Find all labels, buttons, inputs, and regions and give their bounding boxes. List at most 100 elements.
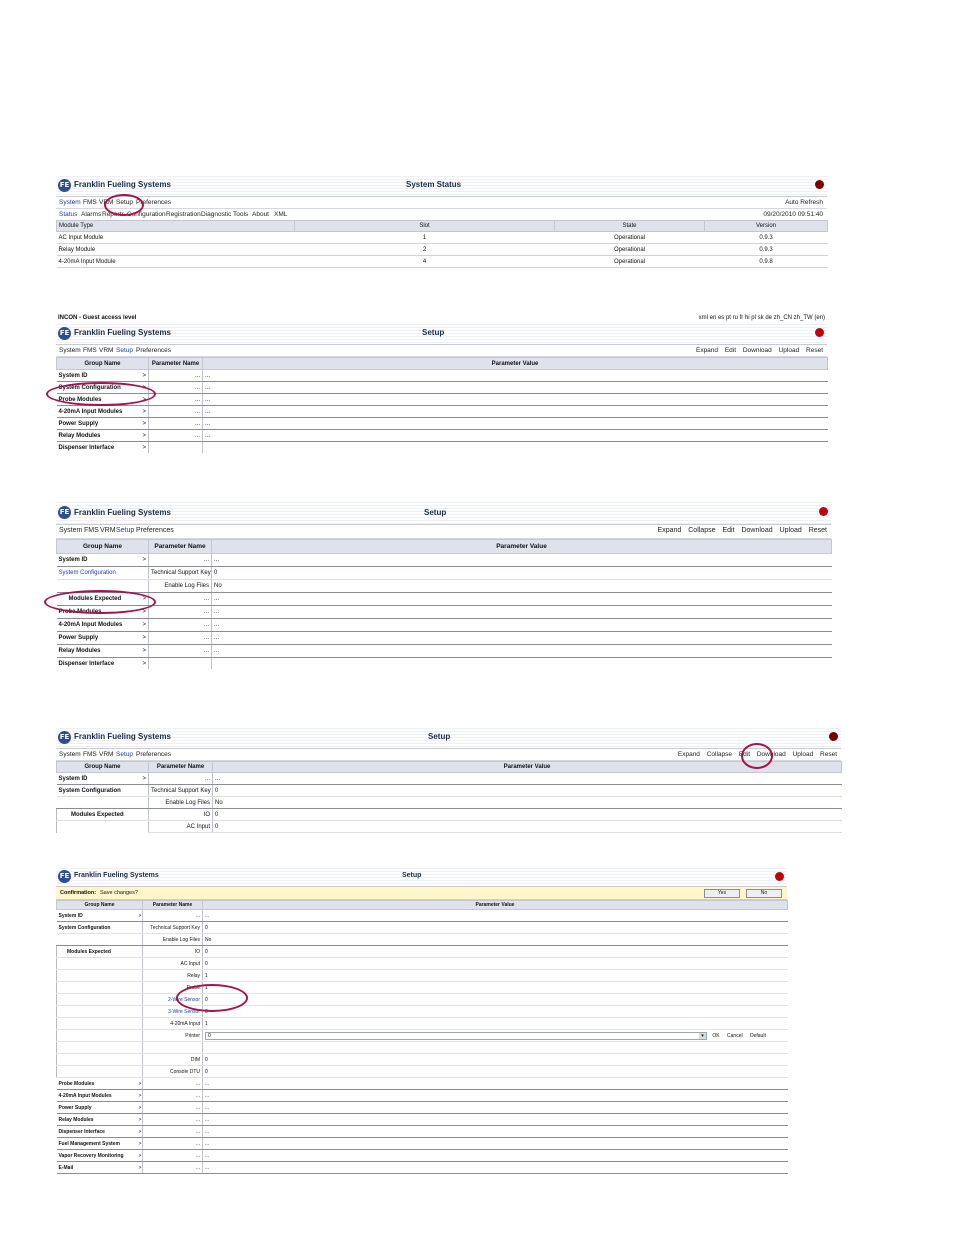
group-row[interactable]: Modules Expected >...... xyxy=(56,592,832,606)
default-link[interactable]: Default xyxy=(750,1033,766,1039)
group-row[interactable]: 4-20mA Input Modules >...... xyxy=(56,618,832,632)
menu-setup[interactable]: Setup xyxy=(116,527,134,534)
menu-setup[interactable]: Setup xyxy=(116,751,133,758)
group-system-id[interactable]: System ID xyxy=(56,553,137,567)
group-e-mail[interactable]: E-Mail xyxy=(56,1161,137,1174)
expand-arrow-icon[interactable]: > xyxy=(136,618,149,632)
param-value[interactable] xyxy=(202,1041,788,1054)
expand-link[interactable]: Expand xyxy=(678,751,700,758)
menu-fms[interactable]: FMS xyxy=(83,347,97,354)
group-row[interactable]: E-Mail >...... xyxy=(56,1161,788,1174)
group-system-configuration[interactable]: System Configuration xyxy=(56,566,137,580)
group-system-configuration[interactable]: System Configuration xyxy=(56,784,139,797)
edit-link[interactable]: Edit xyxy=(725,347,736,354)
group-row[interactable]: Power Supply >...... xyxy=(56,1101,788,1114)
collapse-link[interactable]: Collapse xyxy=(707,751,732,758)
group-relay-modules[interactable]: Relay Modules xyxy=(56,1113,137,1126)
group-system-id[interactable]: System ID xyxy=(56,772,139,785)
group-row[interactable]: System ID >...... xyxy=(56,553,832,567)
group-row[interactable]: Probe Modules >...... xyxy=(56,1077,788,1090)
group-row[interactable]: Dispenser Interface > xyxy=(57,441,828,454)
param-value[interactable]: No xyxy=(202,933,788,946)
expand-link[interactable]: Expand xyxy=(696,347,718,354)
menu-fms[interactable]: FMS xyxy=(83,751,97,758)
expand-arrow-icon[interactable]: > xyxy=(138,772,149,785)
param-value[interactable]: ... xyxy=(202,910,788,922)
expand-arrow-icon[interactable]: > xyxy=(138,429,149,442)
language-selector[interactable]: xml en es pt ru fr hi pl sk de zh_CN zh_… xyxy=(699,315,825,321)
menu-system[interactable]: System xyxy=(59,199,81,206)
param-value[interactable]: ... xyxy=(202,1113,788,1126)
group-vapor-recovery-monitoring[interactable]: Vapor Recovery Monitoring xyxy=(56,1149,137,1162)
group-relay-modules[interactable]: Relay Modules xyxy=(56,429,139,442)
group-fuel-management-system[interactable]: Fuel Management System xyxy=(56,1137,137,1150)
group-power-supply[interactable]: Power Supply xyxy=(56,417,139,430)
expand-arrow-icon[interactable]: > xyxy=(136,631,149,645)
menu-system[interactable]: System xyxy=(59,527,82,534)
param-value[interactable]: 0 xyxy=(211,566,832,580)
menu-preferences[interactable]: Preferences xyxy=(136,527,174,534)
group-power-supply[interactable]: Power Supply xyxy=(56,1101,137,1114)
submenu-about[interactable]: About xyxy=(252,211,269,218)
expand-link[interactable]: Expand xyxy=(658,527,682,534)
cancel-link[interactable]: Cancel xyxy=(727,1033,743,1039)
param-value[interactable]: 1 xyxy=(202,981,788,994)
param-value[interactable]: ... xyxy=(202,1089,788,1102)
reset-link[interactable]: Reset xyxy=(809,527,827,534)
menu-fms[interactable]: FMS xyxy=(84,527,99,534)
upload-link[interactable]: Upload xyxy=(780,527,802,534)
menu-preferences[interactable]: Preferences xyxy=(136,347,171,354)
edit-link[interactable]: Edit xyxy=(722,527,734,534)
group-dispenser-interface[interactable]: Dispenser Interface xyxy=(57,658,137,670)
expand-arrow-icon[interactable]: > xyxy=(137,658,149,670)
param-value[interactable]: ... xyxy=(202,1125,788,1138)
menu-system[interactable]: System xyxy=(59,347,81,354)
group-row[interactable]: Relay Modules >...... xyxy=(56,644,832,658)
group-4-20ma-input-modules[interactable]: 4-20mA Input Modules xyxy=(56,1089,137,1102)
ok-link[interactable]: OK xyxy=(712,1033,719,1039)
group-dispenser-interface[interactable]: Dispenser Interface xyxy=(57,442,139,454)
group-row[interactable]: System ID >...... xyxy=(56,772,842,785)
auto-refresh-link[interactable]: Auto Refresh xyxy=(785,199,823,206)
param-value[interactable]: ... xyxy=(202,1149,788,1162)
param-value[interactable]: 0 xyxy=(212,808,842,821)
group-row[interactable]: Vapor Recovery Monitoring >...... xyxy=(56,1149,788,1162)
group-row[interactable]: System ID >...... xyxy=(56,369,828,382)
param-value[interactable]: 0 xyxy=(202,1065,788,1078)
collapse-link[interactable]: Collapse xyxy=(688,527,715,534)
param-value[interactable]: 0 xyxy=(202,957,788,970)
submenu-tools[interactable]: Tools xyxy=(233,211,248,218)
param-value[interactable]: ... xyxy=(202,1161,788,1174)
submenu-status[interactable]: Status xyxy=(59,211,77,218)
group-row[interactable]: 4-20mA Input Modules >...... xyxy=(56,405,828,418)
upload-link[interactable]: Upload xyxy=(793,751,814,758)
group-row[interactable]: Dispenser Interface >...... xyxy=(56,1125,788,1138)
printer-select[interactable]: 0 ▾ xyxy=(205,1031,707,1040)
group-system-configuration[interactable]: System Configuration xyxy=(56,921,137,934)
expand-arrow-icon[interactable]: > xyxy=(138,405,149,418)
menu-vrm[interactable]: VRM xyxy=(99,347,113,354)
reset-link[interactable]: Reset xyxy=(806,347,823,354)
expand-arrow-icon[interactable]: > xyxy=(139,442,149,454)
menu-system[interactable]: System xyxy=(59,751,81,758)
menu-setup[interactable]: Setup xyxy=(116,347,133,354)
group-row[interactable]: Fuel Management System >...... xyxy=(56,1137,788,1150)
group-row[interactable]: System ID >...... xyxy=(56,910,788,922)
param-value[interactable]: 0 xyxy=(212,784,842,797)
param-value[interactable]: ... xyxy=(202,1101,788,1114)
group-power-supply[interactable]: Power Supply xyxy=(56,631,137,645)
group-modules-expected[interactable]: Modules Expected xyxy=(56,945,137,958)
expand-arrow-icon[interactable]: > xyxy=(138,417,149,430)
group-system-id[interactable]: System ID xyxy=(56,369,139,382)
group-modules-expected[interactable]: Modules Expected xyxy=(56,808,139,821)
param-value[interactable]: ... xyxy=(202,1077,788,1090)
yes-button[interactable]: Yes xyxy=(704,889,740,898)
param-value[interactable]: 1 xyxy=(202,969,788,982)
param-value[interactable]: No xyxy=(212,796,842,809)
download-link[interactable]: Download xyxy=(743,347,772,354)
submenu-xml[interactable]: XML xyxy=(274,211,287,218)
group-row[interactable]: Power Supply >...... xyxy=(56,417,828,430)
param-value[interactable]: 0 xyxy=(202,993,788,1006)
param-value[interactable]: 0 xyxy=(212,820,842,833)
group-row[interactable]: Relay Modules >...... xyxy=(56,429,828,442)
